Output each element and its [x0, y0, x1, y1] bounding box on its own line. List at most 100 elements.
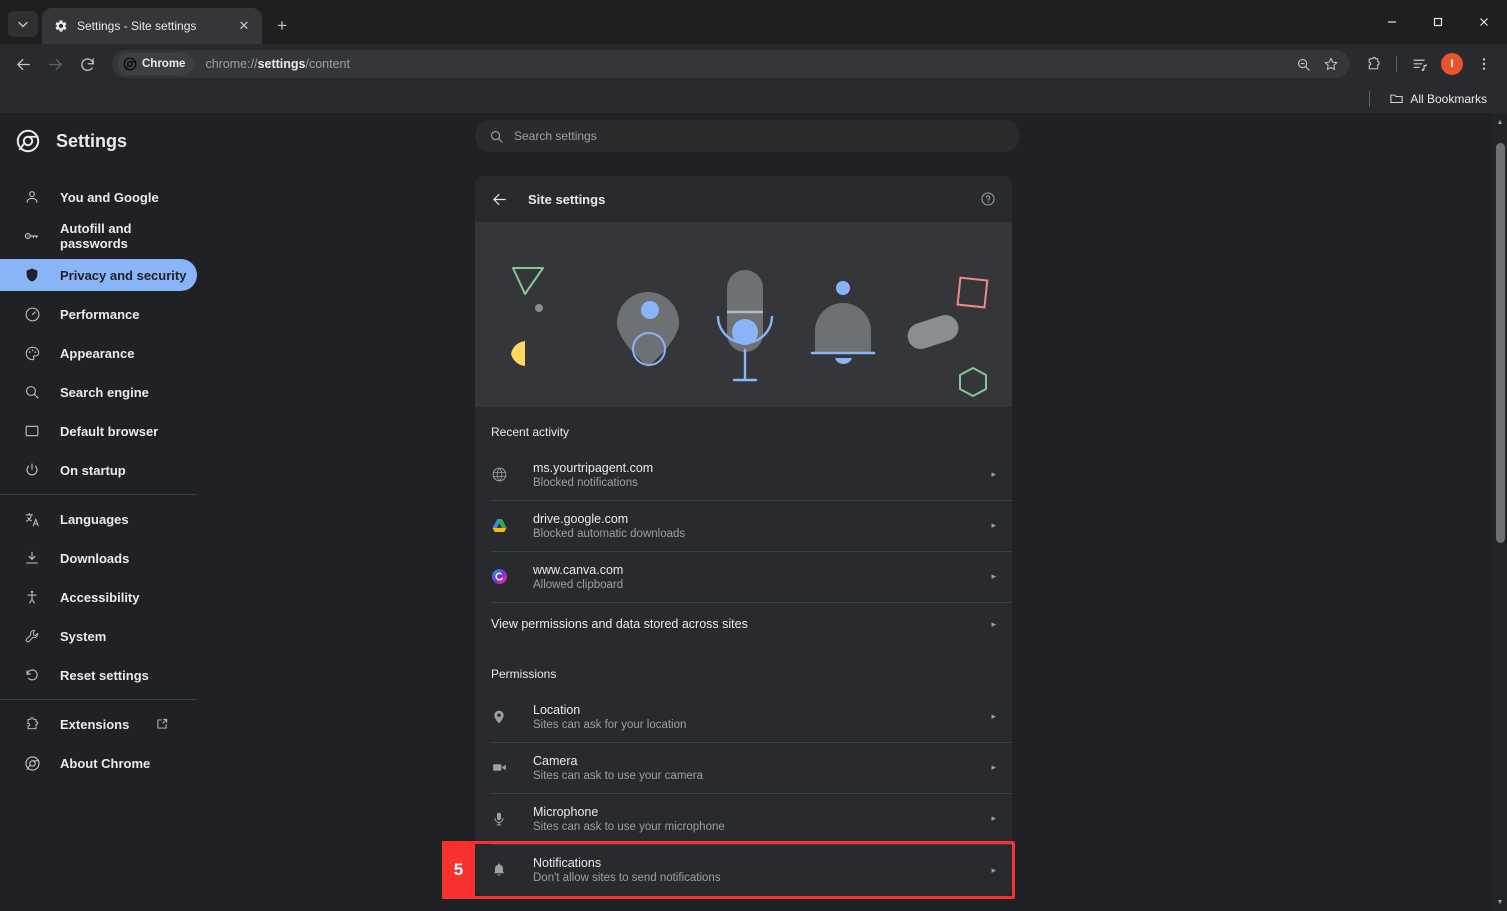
permission-row-camera[interactable]: Camera Sites can ask to use your camera … [475, 742, 1012, 793]
sidebar-item-label: On startup [60, 462, 126, 478]
close-button[interactable] [1461, 5, 1507, 39]
scrollbar-thumb[interactable] [1496, 143, 1505, 543]
permission-row-location[interactable]: Location Sites can ask for your location… [475, 691, 1012, 742]
search-settings-input[interactable]: Search settings [475, 120, 1020, 152]
forward-button[interactable] [40, 49, 70, 79]
row-body: View permissions and data stored across … [491, 617, 981, 631]
sidebar-item-extensions[interactable]: Extensions [0, 708, 475, 740]
chrome-menu-button[interactable] [1469, 49, 1499, 79]
sidebar-item-reset-settings[interactable]: Reset settings [0, 659, 197, 691]
permission-sub: Sites can ask to use your microphone [533, 820, 725, 833]
sidebar-item-you-and-google[interactable]: You and Google [0, 181, 197, 213]
permission-row-notifications[interactable]: Notifications Don't allow sites to send … [475, 844, 1012, 896]
arrow-right-icon [48, 58, 62, 70]
chevron-down-icon [18, 21, 28, 28]
sidebar-item-search-engine[interactable]: Search engine [0, 376, 197, 408]
site-name: drive.google.com [533, 511, 629, 526]
sidebar-item-autofill-and-passwords[interactable]: Autofill and passwords [0, 220, 197, 252]
chevron-right-icon: ▸ [991, 618, 996, 629]
window-icon [22, 421, 42, 441]
square-shape [956, 276, 989, 309]
nav-gap [0, 574, 475, 581]
sidebar-item-about-chrome[interactable]: About Chrome [0, 747, 197, 779]
url-bold: settings [257, 57, 306, 71]
view-all-permissions-row[interactable]: View permissions and data stored across … [475, 603, 1012, 645]
key-icon [22, 226, 42, 246]
avatar: I [1441, 53, 1463, 75]
sidebar-item-label: Default browser [60, 423, 159, 439]
power-icon [22, 460, 42, 480]
recent-activity-row[interactable]: drive.google.com Blocked automatic downl… [475, 500, 1012, 551]
permission-title: Location [533, 702, 581, 717]
reading-list-button[interactable] [1405, 49, 1435, 79]
canva-icon [491, 568, 533, 585]
maximize-button[interactable] [1415, 5, 1461, 39]
chrome-logo-icon [16, 129, 40, 153]
recent-activity-row[interactable]: www.canva.com Allowed clipboard ▸ [475, 551, 1012, 602]
card-title: Site settings [528, 191, 606, 207]
extensions-button[interactable] [1358, 49, 1388, 79]
scroll-down-arrow[interactable]: ▼ [1493, 895, 1507, 909]
bookmark-star-icon[interactable] [1318, 51, 1344, 77]
toolbar-divider [1396, 56, 1397, 72]
recent-activity-row[interactable]: ms.yourtripagent.com Blocked notificatio… [475, 449, 1012, 500]
arrow-left-icon [16, 58, 30, 70]
scroll-up-arrow[interactable]: ▲ [1493, 115, 1507, 129]
tab-search-button[interactable] [8, 11, 38, 37]
bell-clapper [835, 358, 852, 365]
help-circle-icon[interactable] [980, 191, 996, 207]
sidebar-item-default-browser[interactable]: Default browser [0, 415, 197, 447]
tab-settings[interactable]: Settings - Site settings ✕ [42, 8, 262, 44]
row-body: ms.yourtripagent.com Blocked notificatio… [533, 461, 981, 489]
profile-avatar[interactable]: I [1437, 49, 1467, 79]
reload-icon [80, 57, 94, 71]
permission-title: Camera [533, 753, 578, 768]
nav-gap [0, 447, 475, 454]
shield-icon [22, 265, 42, 285]
page-scrollbar[interactable]: ▲ ▼ [1493, 113, 1507, 911]
sidebar-item-appearance[interactable]: Appearance [0, 337, 197, 369]
chevron-right-icon: ▸ [991, 813, 996, 823]
sidebar-item-languages[interactable]: Languages [0, 503, 197, 535]
step-number-badge: 5 [442, 841, 475, 899]
url-suffix: /content [305, 57, 350, 71]
sidebar-item-performance[interactable]: Performance [0, 298, 197, 330]
site-status: Blocked automatic downloads [533, 527, 686, 540]
sidebar-item-system[interactable]: System [0, 620, 197, 652]
puzzle-icon [1368, 56, 1380, 69]
address-bar[interactable]: Chrome chrome://settings/content [112, 50, 1350, 78]
sidebar-divider [0, 494, 197, 495]
nav-gap [0, 213, 475, 220]
site-name: www.canva.com [533, 562, 624, 577]
new-tab-button[interactable]: + [268, 12, 296, 40]
permission-title: Microphone [533, 804, 599, 819]
zoom-icon[interactable] [1290, 51, 1316, 77]
minimize-button[interactable] [1369, 5, 1415, 39]
nav-gap [0, 291, 475, 298]
kebab-menu-icon [1482, 58, 1486, 70]
reload-button[interactable] [72, 49, 102, 79]
sidebar-item-accessibility[interactable]: Accessibility [0, 581, 197, 613]
all-bookmarks-button[interactable]: All Bookmarks [1383, 88, 1493, 109]
translate-icon [22, 509, 42, 529]
browser-toolbar: Chrome chrome://settings/content I [0, 44, 1507, 84]
permission-row-microphone[interactable]: Microphone Sites can ask to use your mic… [475, 793, 1012, 844]
sidebar-item-downloads[interactable]: Downloads [0, 542, 197, 574]
arrow-left-icon [493, 193, 506, 205]
sidebar-item-label: Performance [60, 306, 140, 322]
back-button[interactable] [491, 191, 508, 208]
tab-close-button[interactable]: ✕ [234, 16, 254, 36]
microphone-icon [491, 811, 533, 827]
bell-top-dot [836, 281, 850, 295]
search-icon [489, 129, 504, 144]
search-icon [22, 382, 42, 402]
permission-sub: Sites can ask for your location [533, 718, 687, 731]
nav-gap [0, 613, 475, 620]
sidebar-item-on-startup[interactable]: On startup [0, 454, 197, 486]
sidebar-item-privacy-and-security[interactable]: Privacy and security [0, 259, 197, 291]
chevron-right-icon: ▸ [991, 571, 996, 581]
sidebar-item-label: Autofill and passwords [60, 221, 132, 251]
sidebar-item-label: Appearance [60, 345, 135, 361]
sidebar-item-label: Privacy and security [60, 267, 187, 283]
back-button[interactable] [8, 49, 38, 79]
